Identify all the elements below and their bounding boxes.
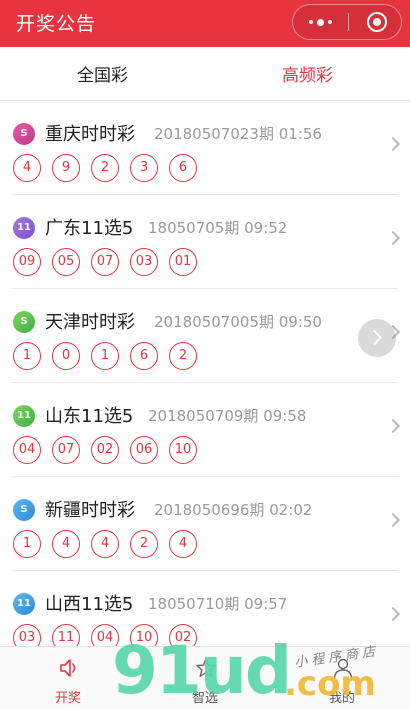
draw-issue-time: 18050710期 09:57 [148, 595, 288, 613]
number-ball: 06 [130, 436, 158, 464]
number-ball: 4 [52, 530, 80, 558]
tabbar-label: 智选 [191, 691, 218, 706]
number-ball: 07 [91, 248, 119, 276]
miniprogram-capsule [292, 4, 402, 40]
speaker-icon [60, 659, 76, 677]
lottery-name: 山东11选5 [45, 406, 134, 427]
number-ball: 6 [169, 154, 197, 182]
ssc-logo-icon: S [13, 123, 35, 145]
number-ball: 09 [13, 248, 41, 276]
number-ball: 0 [52, 342, 80, 370]
number-ball: 3 [130, 154, 158, 182]
number-ball: 05 [52, 248, 80, 276]
more-menu-icon[interactable] [293, 5, 348, 39]
chevron-right-icon [385, 136, 401, 152]
lottery-row[interactable]: S 新疆时时彩 2018050696期 02:02 1 4 4 2 4 [0, 477, 410, 571]
winning-numbers: 04 07 02 06 10 [13, 436, 197, 464]
draw-issue-time: 20180507005期 09:50 [154, 313, 322, 331]
11x5-logo-icon: 11 [13, 593, 35, 615]
number-ball: 4 [91, 530, 119, 558]
number-ball: 1 [13, 342, 41, 370]
11x5-logo-icon: 11 [13, 217, 35, 239]
draw-issue-time: 2018050709期 09:58 [148, 407, 307, 425]
tabbar-item-smart-pick[interactable]: 智选 [137, 647, 273, 709]
number-ball: 02 [91, 436, 119, 464]
number-ball: 2 [169, 342, 197, 370]
number-ball: 2 [130, 530, 158, 558]
chevron-right-icon [385, 606, 401, 622]
winning-numbers: 14424 [13, 530, 197, 558]
draw-issue-time: 2018050696期 02:02 [154, 501, 313, 519]
number-ball: 6 [130, 342, 158, 370]
chevron-right-icon [385, 512, 401, 528]
tabbar-label: 我的 [328, 691, 355, 706]
title-bar: 开奖公告 [0, 0, 410, 47]
tab-high-frequency[interactable]: 高频彩 [205, 61, 410, 86]
category-tabs: 全国彩 高频彩 [0, 47, 410, 101]
ssc-logo-icon: S [13, 311, 35, 333]
number-ball: 01 [169, 248, 197, 276]
tabbar-label: 开奖 [54, 691, 81, 706]
person-icon [333, 658, 353, 679]
lottery-row[interactable]: 11 山东11选5 2018050709期 09:58 04 07 02 06 10 [0, 383, 410, 477]
tabbar-item-mine[interactable]: 我的 [274, 647, 410, 709]
lottery-name: 天津时时彩 [45, 312, 135, 333]
tabbar-item-draw[interactable]: 开奖 [0, 647, 136, 709]
11x5-logo-icon: 11 [13, 405, 35, 427]
lottery-row[interactable]: S 天津时时彩 20180507005期 09:50 1 0 1 6 2 [0, 289, 410, 383]
chevron-right-icon [385, 418, 401, 434]
number-ball: 03 [130, 248, 158, 276]
page-title: 开奖公告 [16, 13, 97, 35]
lottery-name: 广东11选5 [45, 218, 134, 239]
draw-issue-time: 18050705期 09:52 [148, 219, 288, 237]
number-ball: 4 [169, 530, 197, 558]
winning-numbers: 09 05 07 03 01 [13, 248, 197, 276]
number-ball: 1 [91, 342, 119, 370]
number-ball: 07 [52, 436, 80, 464]
close-miniprogram-icon[interactable] [367, 12, 387, 32]
capsule-divider [348, 13, 349, 31]
number-ball: 10 [169, 436, 197, 464]
lottery-row[interactable]: S 重庆时时彩 20180507023期 01:56 4 9 2 3 6 [0, 101, 410, 195]
lottery-name: 山西11选5 [45, 594, 134, 615]
ssc-logo-icon: S [13, 499, 35, 521]
number-ball: 1 [13, 530, 41, 558]
floating-forward-button[interactable] [358, 319, 396, 357]
bottom-tab-bar: 开奖 智选 我的 [0, 646, 410, 709]
chevron-right-icon [385, 230, 401, 246]
draw-issue-time: 20180507023期 01:56 [154, 125, 322, 143]
winning-numbers: 10162 [13, 342, 197, 370]
tab-national[interactable]: 全国彩 [0, 61, 205, 86]
number-ball: 9 [52, 154, 80, 182]
number-ball: 2 [91, 154, 119, 182]
lottery-name: 重庆时时彩 [45, 124, 135, 145]
number-ball: 04 [13, 436, 41, 464]
lottery-row[interactable]: 11 广东11选5 18050705期 09:52 09 05 07 03 01 [0, 195, 410, 289]
lottery-name: 新疆时时彩 [45, 500, 135, 521]
number-ball: 4 [13, 154, 41, 182]
star-icon [196, 658, 216, 677]
winning-numbers: 49236 [13, 154, 197, 182]
